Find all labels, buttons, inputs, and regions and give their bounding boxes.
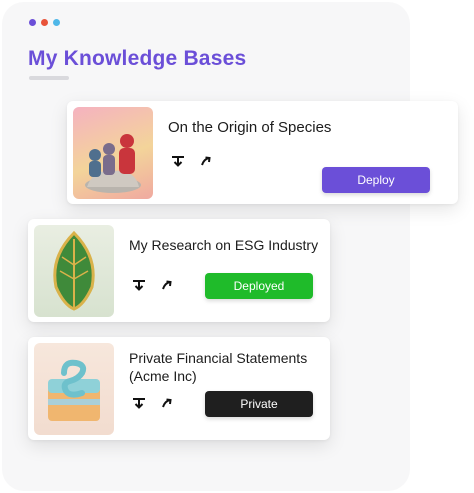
download-icon[interactable]: [131, 395, 147, 411]
leaf-illustration: [53, 230, 95, 311]
knowledge-base-card-private-financials[interactable]: Private Financial Statements (Acme Inc) …: [28, 337, 330, 440]
arrow-up-right-icon[interactable]: [159, 277, 175, 293]
knowledge-base-title-line-2: (Acme Inc): [129, 368, 197, 384]
window-dot-purple[interactable]: [29, 19, 36, 26]
download-icon[interactable]: [131, 277, 147, 293]
knowledge-base-thumbnail: [34, 343, 114, 435]
window-dot-blue[interactable]: [53, 19, 60, 26]
knowledge-base-thumbnail: [73, 107, 153, 199]
knowledge-base-title: On the Origin of Species: [168, 119, 332, 136]
window-controls: [29, 19, 60, 26]
knowledge-base-card-esg-research[interactable]: My Research on ESG Industry Deployed: [28, 219, 330, 322]
private-button[interactable]: Private: [205, 391, 313, 417]
arrow-up-right-icon[interactable]: [198, 153, 214, 169]
deploy-button[interactable]: Deploy: [322, 167, 430, 193]
knowledge-base-thumbnail: [34, 225, 114, 317]
money-stack-illustration: [48, 359, 100, 421]
knowledge-base-title-line-1: Private Financial Statements: [129, 350, 308, 366]
download-icon[interactable]: [170, 153, 186, 169]
statue-illustration: [85, 134, 141, 193]
knowledge-base-card-origin-of-species[interactable]: On the Origin of Species Deploy: [67, 101, 458, 204]
knowledge-base-title: My Research on ESG Industry: [129, 237, 319, 253]
window-dot-red[interactable]: [41, 19, 48, 26]
title-underline: [29, 76, 69, 80]
page-title: My Knowledge Bases: [28, 47, 247, 70]
arrow-up-right-icon[interactable]: [159, 395, 175, 411]
deployed-button[interactable]: Deployed: [205, 273, 313, 299]
